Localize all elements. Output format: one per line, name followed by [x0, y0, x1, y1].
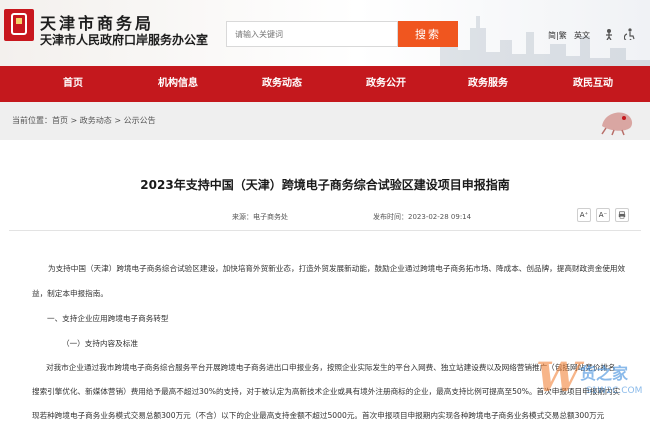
article-paragraph: 搜索引擎优化、新媒体营销）费用给予最高不超过30%的支持，对于被认定为高新技术企…	[32, 387, 621, 396]
source-label: 来源：	[232, 213, 253, 221]
article-paragraph: 为支持中国（天津）跨境电子商务综合试验区建设，加快培育外贸新业态，打造外贸发展新…	[48, 264, 626, 273]
site-header: 天津市商务局 天津市人民政府口岸服务办公室 搜索 简|繁 英文	[0, 0, 650, 66]
font-larger-button[interactable]: A⁺	[577, 208, 591, 222]
breadcrumb-gov-news[interactable]: 政务动态	[80, 116, 112, 125]
article-paragraph: 益，制定本申报指南。	[32, 289, 108, 298]
breadcrumb-prefix: 当前位置：	[12, 116, 52, 125]
print-icon	[618, 211, 626, 219]
article-paragraph: 现若种跨境电子商务业务模式交易总额300万元（不含）以下的企业最高支持金额不超过…	[32, 411, 605, 420]
date-value: 2023-02-28 09:14	[408, 213, 472, 221]
nav-item-gov-service[interactable]: 政务服务	[448, 66, 528, 102]
breadcrumb-announcements[interactable]: 公示公告	[124, 116, 156, 125]
nav-item-gov-open[interactable]: 政务公开	[346, 66, 426, 102]
accessibility-icon[interactable]	[624, 28, 636, 40]
source-value: 电子商务处	[253, 213, 288, 221]
font-smaller-button[interactable]: A⁻	[596, 208, 610, 222]
nav-item-gov-news[interactable]: 政务动态	[242, 66, 322, 102]
watermark-domain: S1W2C.COM	[586, 386, 643, 396]
city-skyline-decoration	[440, 16, 650, 66]
breadcrumb-separator: >	[111, 116, 124, 125]
mascot-icon	[601, 112, 633, 136]
nav-item-home[interactable]: 首页	[33, 66, 113, 102]
article-title: 2023年支持中国（天津）跨境电子商务综合试验区建设项目申报指南	[140, 178, 510, 192]
nav-item-interaction[interactable]: 政民互动	[553, 66, 633, 102]
breadcrumb-separator: >	[68, 116, 80, 125]
print-button[interactable]	[615, 208, 629, 222]
breadcrumb: 当前位置：首页 > 政务动态 > 公示公告	[12, 115, 156, 126]
emblem-logo[interactable]	[4, 9, 34, 41]
subsection-heading: （一）支持内容及标准	[62, 339, 138, 348]
breadcrumb-home[interactable]: 首页	[52, 116, 68, 125]
date-label: 发布时间：	[373, 213, 408, 221]
org-subtitle: 天津市人民政府口岸服务办公室	[40, 33, 209, 47]
search-input[interactable]	[226, 21, 398, 47]
meta-divider	[9, 230, 641, 231]
nav-item-org-info[interactable]: 机构信息	[138, 66, 218, 102]
search-button[interactable]: 搜索	[398, 21, 458, 47]
lang-simplified-traditional[interactable]: 简|繁	[548, 30, 567, 41]
elder-mode-icon[interactable]	[603, 28, 615, 40]
article-date: 发布时间：2023-02-28 09:14	[373, 212, 471, 222]
main-nav: 首页 机构信息 政务动态 政务公开 政务服务 政民互动	[0, 66, 650, 102]
article-source: 来源：电子商务处	[232, 212, 288, 222]
watermark-glyph: W	[536, 354, 581, 401]
watermark-text: 货之家	[580, 364, 629, 383]
lang-english[interactable]: 英文	[574, 30, 590, 41]
site-watermark: W 货之家 S1W2C.COM	[536, 354, 646, 414]
article-paragraph: 对我市企业通过我市跨境电子商务综合服务平台开展跨境电子商务进出口申报业务，按照企…	[46, 363, 616, 372]
section-heading: 一、支持企业应用跨境电子商务转型	[47, 314, 169, 323]
